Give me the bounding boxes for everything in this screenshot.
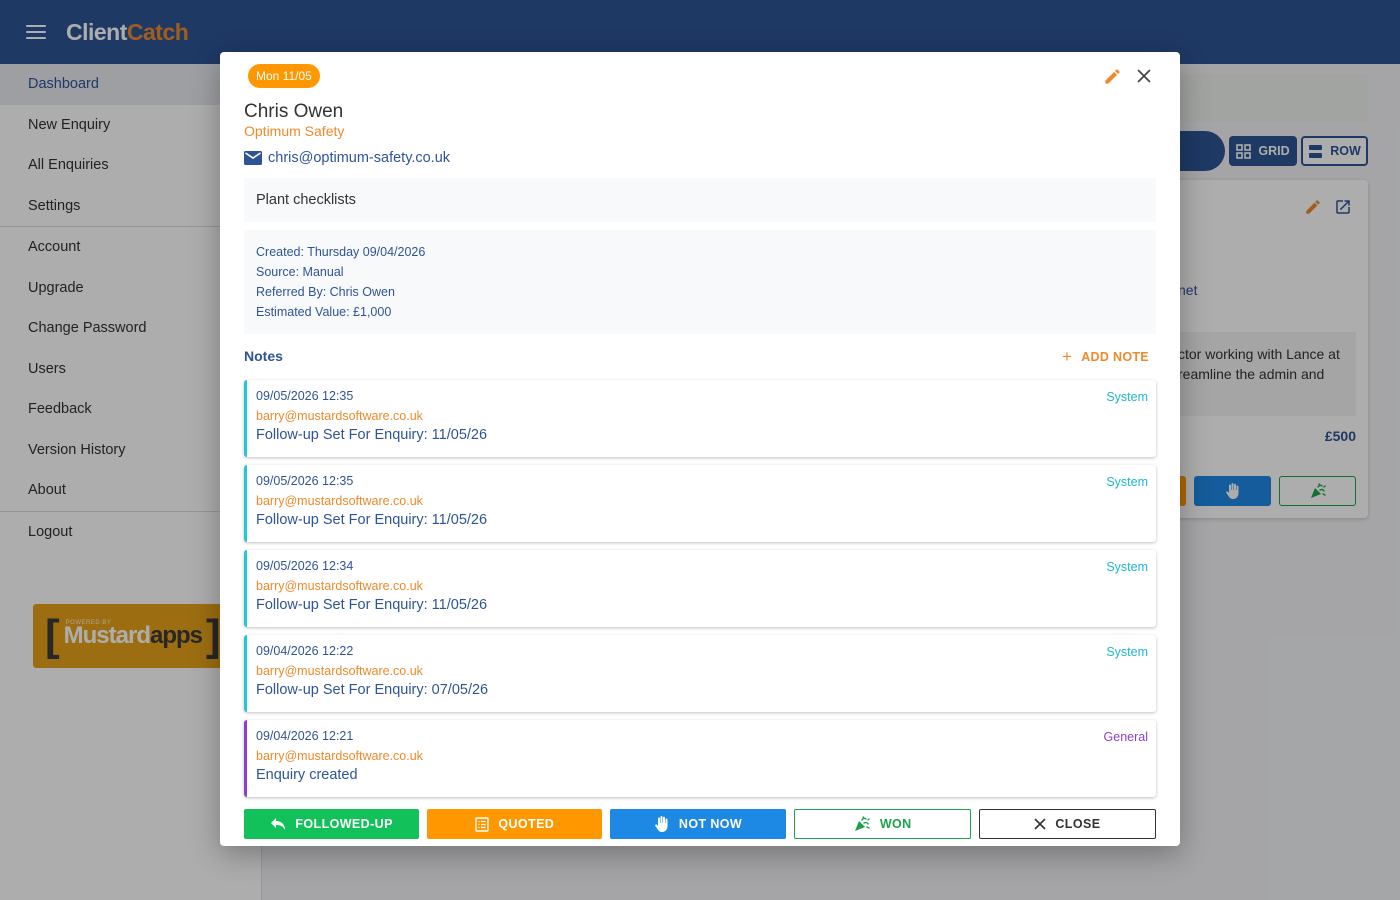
note-text: Follow-up Set For Enquiry: 07/05/26	[256, 682, 489, 698]
won-button[interactable]: WON	[793, 809, 971, 839]
hand-icon	[654, 815, 670, 833]
mail-icon	[244, 151, 262, 165]
notes-heading: Notes	[244, 348, 283, 364]
contact-name: Chris Owen	[244, 101, 344, 122]
note-date: 09/05/2026 12:35	[256, 474, 354, 488]
meta-source: Source: Manual	[256, 265, 344, 279]
note-type: System	[1106, 645, 1148, 659]
close-icon	[1034, 818, 1046, 830]
contact-email-row[interactable]: chris@optimum-safety.co.uk	[244, 150, 450, 166]
note-type: General	[1103, 730, 1148, 744]
meta-referred-by: Referred By: Chris Owen	[256, 285, 395, 299]
enquiry-dialog: Mon 11/05 Chris Owen Optimum Safety chri…	[220, 52, 1180, 846]
contact-email-link[interactable]: chris@optimum-safety.co.uk	[268, 150, 450, 166]
note-date: 09/04/2026 12:22	[256, 644, 354, 658]
meta-created: Created: Thursday 09/04/2026	[256, 245, 426, 259]
edit-icon[interactable]	[1103, 67, 1122, 86]
not-now-button[interactable]: NOT NOW	[610, 809, 786, 839]
document-list-icon	[475, 816, 490, 832]
enquiry-description: Plant checklists	[244, 178, 1156, 222]
follow-up-date-chip: Mon 11/05	[248, 64, 320, 88]
add-note-button[interactable]: + ADD NOTE	[1062, 348, 1149, 365]
note-date: 09/05/2026 12:35	[256, 389, 354, 403]
close-label: CLOSE	[1055, 817, 1101, 831]
close-icon[interactable]	[1135, 67, 1153, 85]
add-note-label: ADD NOTE	[1081, 349, 1149, 364]
note-item: 09/04/2026 12:22 System barry@mustardsof…	[244, 635, 1156, 712]
followed-up-button[interactable]: FOLLOWED-UP	[244, 809, 420, 839]
note-date: 09/04/2026 12:21	[256, 729, 354, 743]
company-name: Optimum Safety	[244, 123, 345, 139]
note-user: barry@mustardsoftware.co.uk	[256, 409, 423, 423]
followed-up-label: FOLLOWED-UP	[295, 817, 393, 831]
note-user: barry@mustardsoftware.co.uk	[256, 749, 423, 763]
note-item: 09/05/2026 12:35 System barry@mustardsof…	[244, 465, 1156, 542]
enquiry-metadata: Created: Thursday 09/04/2026 Source: Man…	[244, 230, 1156, 334]
note-type: System	[1106, 475, 1148, 489]
won-label: WON	[879, 817, 912, 831]
note-date: 09/05/2026 12:34	[256, 559, 354, 573]
note-text: Follow-up Set For Enquiry: 11/05/26	[256, 427, 488, 443]
note-user: barry@mustardsoftware.co.uk	[256, 494, 423, 508]
party-popper-icon	[853, 815, 871, 833]
note-text: Enquiry created	[256, 767, 358, 783]
note-text: Follow-up Set For Enquiry: 11/05/26	[256, 512, 488, 528]
note-item: 09/05/2026 12:35 System barry@mustardsof…	[244, 380, 1156, 457]
reply-icon	[270, 817, 286, 831]
quoted-button[interactable]: QUOTED	[427, 809, 603, 839]
note-item: 09/05/2026 12:34 System barry@mustardsof…	[244, 550, 1156, 627]
note-item: 09/04/2026 12:21 General barry@mustardso…	[244, 720, 1156, 797]
note-text: Follow-up Set For Enquiry: 11/05/26	[256, 597, 488, 613]
note-user: barry@mustardsoftware.co.uk	[256, 579, 423, 593]
note-type: System	[1106, 390, 1148, 404]
plus-icon: +	[1062, 347, 1073, 366]
meta-estimated-value: Estimated Value: £1,000	[256, 305, 392, 319]
note-user: barry@mustardsoftware.co.uk	[256, 664, 423, 678]
close-button[interactable]: CLOSE	[978, 809, 1157, 839]
quoted-label: QUOTED	[498, 817, 555, 831]
not-now-label: NOT NOW	[678, 817, 743, 831]
action-bar: FOLLOWED-UP QUOTED NOT NOW WON CLOSE	[244, 809, 1157, 839]
note-type: System	[1106, 560, 1148, 574]
notes-list: 09/05/2026 12:35 System barry@mustardsof…	[244, 380, 1156, 805]
